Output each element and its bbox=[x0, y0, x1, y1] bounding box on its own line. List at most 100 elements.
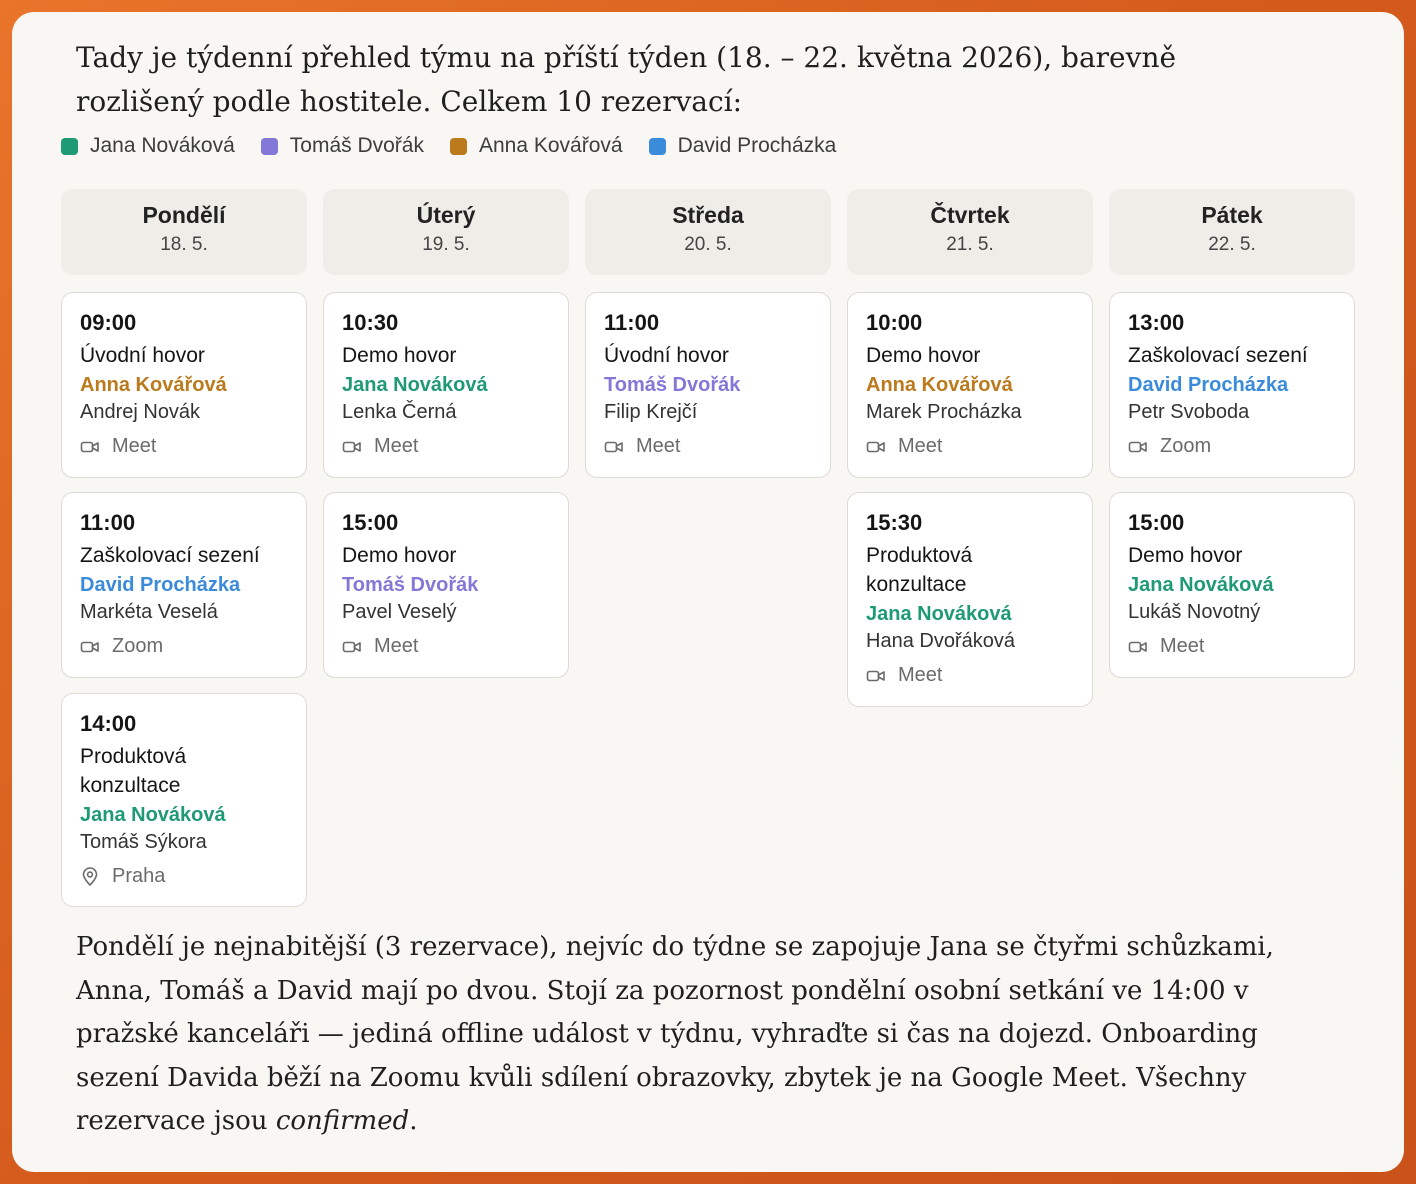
event-guest: Lenka Černá bbox=[342, 401, 457, 423]
video-camera-icon bbox=[80, 639, 106, 655]
event-card[interactable]: 10:30 Demo hovor Jana Nováková Lenka Čer… bbox=[323, 292, 569, 478]
event-location: Meet bbox=[342, 433, 550, 460]
legend-item-tomas: Tomáš Dvořák bbox=[260, 134, 424, 158]
event-time: 10:00 bbox=[866, 310, 923, 335]
event-time: 11:00 bbox=[604, 310, 660, 335]
event-location-label: Meet bbox=[374, 635, 419, 657]
day-header-ctvrtek: Čtvrtek 21. 5. bbox=[847, 189, 1093, 275]
legend-item-anna: Anna Kovářová bbox=[449, 134, 623, 158]
day-date: 19. 5. bbox=[422, 234, 470, 255]
event-host: Jana Nováková bbox=[342, 374, 488, 396]
video-camera-icon bbox=[1128, 639, 1154, 655]
event-host: Jana Nováková bbox=[866, 603, 1012, 625]
event-title: Demo hovor bbox=[1128, 544, 1243, 567]
summary-emphasis: confirmed bbox=[275, 1106, 410, 1136]
event-guest: Pavel Veselý bbox=[342, 601, 457, 623]
event-location-label: Zoom bbox=[1160, 435, 1212, 457]
event-title: Úvodní hovor bbox=[604, 344, 729, 367]
event-location: Zoom bbox=[1128, 433, 1336, 460]
video-camera-icon bbox=[342, 439, 368, 455]
event-location-label: Meet bbox=[374, 435, 419, 457]
event-host: Tomáš Dvořák bbox=[604, 374, 741, 396]
event-location: Meet bbox=[604, 433, 812, 460]
event-host: David Procházka bbox=[1128, 374, 1289, 396]
summary-end: . bbox=[409, 1106, 418, 1136]
event-guest: Hana Dvořáková bbox=[866, 630, 1015, 652]
event-location-label: Zoom bbox=[112, 635, 164, 657]
message-panel: Tady je týdenní přehled týmu na příští t… bbox=[12, 12, 1404, 1172]
event-location-label: Praha bbox=[112, 865, 166, 887]
event-title: Zaškolovací sezení bbox=[80, 544, 260, 567]
day-date: 20. 5. bbox=[684, 234, 732, 255]
summary-body: Pondělí je nejnabitější (3 rezervace), n… bbox=[76, 932, 1274, 1136]
legend-item-jana: Jana Nováková bbox=[61, 134, 235, 158]
event-time: 14:00 bbox=[80, 711, 137, 736]
event-time: 15:00 bbox=[342, 510, 399, 535]
event-time: 11:00 bbox=[80, 510, 136, 535]
event-location-label: Meet bbox=[898, 435, 943, 457]
event-guest: Tomáš Sýkora bbox=[80, 831, 207, 853]
legend-label: Tomáš Dvořák bbox=[289, 134, 424, 157]
day-header-streda: Středa 20. 5. bbox=[585, 189, 831, 275]
legend-label: Anna Kovářová bbox=[478, 134, 623, 157]
event-time: 15:00 bbox=[1128, 510, 1185, 535]
event-host: Anna Kovářová bbox=[80, 374, 227, 396]
event-card[interactable]: 11:00 Úvodní hovor Tomáš Dvořák Filip Kr… bbox=[585, 292, 831, 478]
event-location: Meet bbox=[1128, 633, 1336, 660]
event-location: Meet bbox=[866, 433, 1074, 460]
legend-label: Jana Nováková bbox=[90, 134, 235, 157]
event-location: Meet bbox=[342, 633, 550, 660]
event-location: Meet bbox=[80, 433, 288, 460]
day-header-patek: Pátek 22. 5. bbox=[1109, 189, 1355, 275]
event-title: Demo hovor bbox=[342, 544, 457, 567]
summary-text: Pondělí je nejnabitější (3 rezervace), n… bbox=[76, 926, 1316, 1144]
event-time: 09:00 bbox=[80, 310, 137, 335]
event-location-label: Meet bbox=[898, 664, 943, 686]
video-camera-icon bbox=[866, 439, 892, 455]
event-card[interactable]: 13:00 Zaškolovací sezení David Procházka… bbox=[1109, 292, 1355, 478]
day-date: 22. 5. bbox=[1208, 234, 1256, 255]
day-name: Středa bbox=[672, 202, 744, 228]
event-time: 13:00 bbox=[1128, 310, 1185, 335]
video-camera-icon bbox=[1128, 439, 1154, 455]
day-name: Pondělí bbox=[142, 202, 226, 228]
event-title: Produktová konzultace bbox=[866, 544, 973, 596]
map-pin-icon bbox=[80, 866, 106, 887]
event-location-label: Meet bbox=[1160, 635, 1205, 657]
event-location-label: Meet bbox=[112, 435, 157, 457]
event-host: Anna Kovářová bbox=[866, 374, 1013, 396]
day-name: Úterý bbox=[416, 202, 476, 228]
event-guest: Andrej Novák bbox=[80, 401, 201, 423]
legend-label: David Procházka bbox=[677, 134, 837, 157]
event-host: Jana Nováková bbox=[80, 804, 226, 826]
legend-item-david: David Procházka bbox=[648, 134, 837, 158]
video-camera-icon bbox=[80, 439, 106, 455]
event-guest: Filip Krejčí bbox=[604, 401, 698, 423]
event-host: David Procházka bbox=[80, 574, 241, 596]
event-title: Zaškolovací sezení bbox=[1128, 344, 1308, 367]
event-title: Úvodní hovor bbox=[80, 344, 205, 367]
legend-swatch bbox=[61, 137, 78, 155]
event-card[interactable]: 14:00 Produktová konzultace Jana Novákov… bbox=[61, 693, 307, 907]
event-location: Praha bbox=[80, 863, 288, 890]
day-name: Pátek bbox=[1201, 202, 1263, 228]
day-header-utery: Úterý 19. 5. bbox=[323, 189, 569, 275]
event-card[interactable]: 11:00 Zaškolovací sezení David Procházka… bbox=[61, 492, 307, 678]
event-card[interactable]: 09:00 Úvodní hovor Anna Kovářová Andrej … bbox=[61, 292, 307, 478]
event-time: 10:30 bbox=[342, 310, 399, 335]
event-card[interactable]: 10:00 Demo hovor Anna Kovářová Marek Pro… bbox=[847, 292, 1093, 478]
intro-text: Tady je týdenní přehled týmu na příští t… bbox=[76, 41, 1177, 118]
event-card[interactable]: 15:00 Demo hovor Jana Nováková Lukáš Nov… bbox=[1109, 492, 1355, 678]
event-host: Jana Nováková bbox=[1128, 574, 1274, 596]
video-camera-icon bbox=[866, 668, 892, 684]
event-card[interactable]: 15:30 Produktová konzultace Jana Novákov… bbox=[847, 492, 1093, 707]
event-location: Zoom bbox=[80, 633, 288, 660]
event-guest: Markéta Veselá bbox=[80, 601, 218, 623]
event-host: Tomáš Dvořák bbox=[342, 574, 479, 596]
day-name: Čtvrtek bbox=[930, 202, 1010, 228]
video-camera-icon bbox=[604, 439, 630, 455]
event-title: Demo hovor bbox=[342, 344, 457, 367]
host-legend: Jana Nováková Tomáš Dvořák Anna Kovářová… bbox=[61, 132, 862, 160]
day-date: 18. 5. bbox=[160, 234, 208, 255]
event-card[interactable]: 15:00 Demo hovor Tomáš Dvořák Pavel Vese… bbox=[323, 492, 569, 678]
